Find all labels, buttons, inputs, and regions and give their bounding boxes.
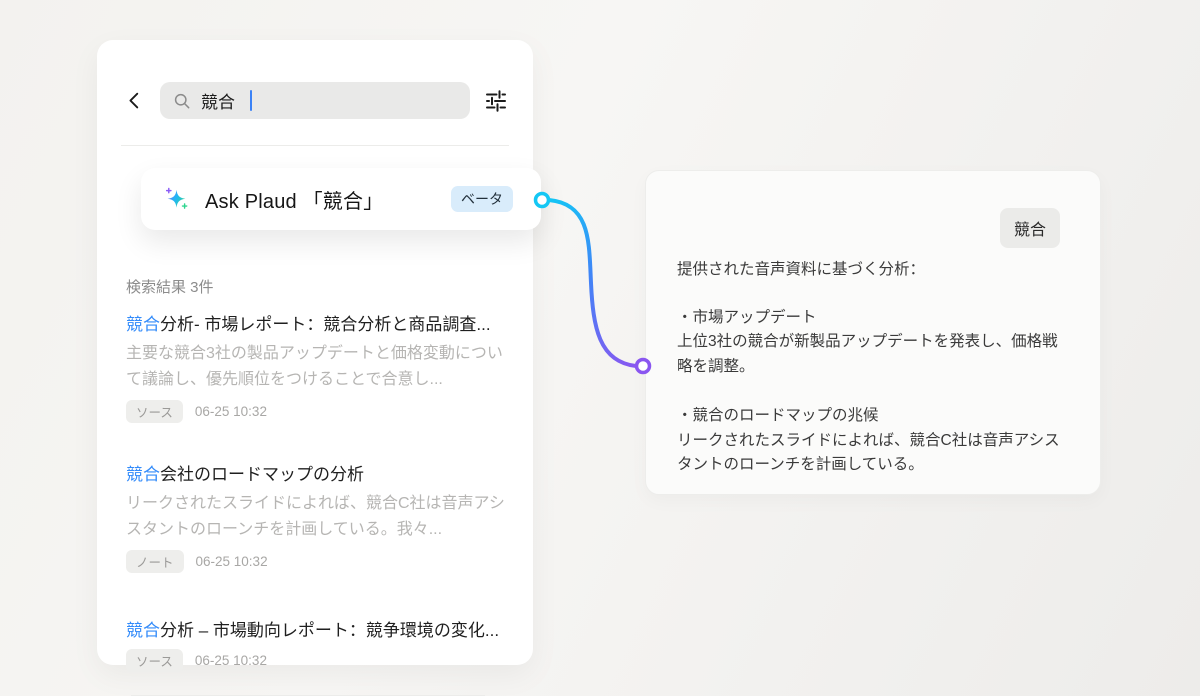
result-timestamp: 06-25 10:32 xyxy=(195,404,267,419)
beta-badge: ベータ xyxy=(451,186,513,212)
highlighted-term: 競合 xyxy=(126,465,160,484)
ask-plaud-label: Ask Plaud 「競合」 xyxy=(205,185,383,214)
analysis-intro: 提供された音声資料に基づく分析： xyxy=(677,258,1060,283)
bullet-title: ・市場アップデート xyxy=(677,309,817,326)
source-type-badge: ソース xyxy=(126,400,183,423)
sliders-icon xyxy=(484,89,508,113)
bullet-title: ・競合のロードマップの兆候 xyxy=(677,407,879,424)
search-input[interactable]: 競合 xyxy=(160,82,470,119)
result-timestamp: 06-25 10:32 xyxy=(196,554,268,569)
result-meta: ソース 06-25 10:32 xyxy=(126,649,509,672)
result-title-text: 会社のロードマップの分析 xyxy=(160,465,364,484)
analysis-bullet-1: ・市場アップデート上位3社の競合が新製品アップデートを発表し、価格戦略を調整。 xyxy=(677,306,1060,380)
result-timestamp: 06-25 10:32 xyxy=(195,653,267,668)
result-snippet: リークされたスライドによれば、競合C社は音声アシスタントのローンチを計画している… xyxy=(126,491,509,543)
filter-button[interactable] xyxy=(483,88,509,114)
result-meta: ソース 06-25 10:32 xyxy=(126,400,509,423)
text-caret xyxy=(250,90,252,111)
source-type-badge: ノート xyxy=(126,550,184,573)
chevron-left-icon xyxy=(124,90,146,112)
result-item-3[interactable]: 競合分析 – 市場動向レポート：競争環境の変化... ソース 06-25 10:… xyxy=(126,617,509,672)
result-title: 競合会社のロードマップの分析 xyxy=(126,461,509,488)
highlighted-term: 競合 xyxy=(126,315,160,334)
result-title: 競合分析 – 市場動向レポート：競争環境の変化... xyxy=(126,617,509,644)
search-topbar: 競合 xyxy=(97,40,533,119)
ask-plaud-card[interactable]: Ask Plaud 「競合」 ベータ xyxy=(141,168,541,230)
search-query-text: 競合 xyxy=(201,88,235,113)
analysis-text: 提供された音声資料に基づく分析： ・市場アップデート上位3社の競合が新製品アップ… xyxy=(677,258,1060,478)
magnifier-icon xyxy=(172,91,192,111)
highlighted-term: 競合 xyxy=(126,621,160,640)
sparkle-icon xyxy=(163,186,190,213)
results-count: 検索結果 3件 xyxy=(126,276,509,297)
result-title-text: 分析- 市場レポート：競合分析と商品調査... xyxy=(160,315,491,334)
analysis-panel: 競合 提供された音声資料に基づく分析： ・市場アップデート上位3社の競合が新製品… xyxy=(645,170,1101,495)
result-title-text: 分析 – 市場動向レポート：競争環境の変化... xyxy=(160,621,499,640)
search-panel: 競合 検索結果 3件 競合分析- 市場レポート：競合分析と商品調査... 主要な… xyxy=(97,40,533,665)
search-results: 検索結果 3件 競合分析- 市場レポート：競合分析と商品調査... 主要な競合3… xyxy=(97,276,533,696)
query-chip[interactable]: 競合 xyxy=(1000,208,1060,248)
bullet-body: 上位3社の競合が新製品アップデートを発表し、価格戦略を調整。 xyxy=(677,333,1058,375)
analysis-bullet-2: ・競合のロードマップの兆候リークされたスライドによれば、競合C社は音声アシスタン… xyxy=(677,404,1060,478)
result-item-2[interactable]: 競合会社のロードマップの分析 リークされたスライドによれば、競合C社は音声アシス… xyxy=(126,461,509,573)
chip-row: 競合 xyxy=(677,208,1060,248)
result-item-1[interactable]: 競合分析- 市場レポート：競合分析と商品調査... 主要な競合3社の製品アップデ… xyxy=(126,311,509,423)
result-snippet: 主要な競合3社の製品アップデートと価格変動について議論し、優先順位をつけることで… xyxy=(126,341,509,393)
result-meta: ノート 06-25 10:32 xyxy=(126,550,509,573)
divider xyxy=(121,145,509,146)
source-type-badge: ソース xyxy=(126,649,183,672)
bullet-body: リークされたスライドによれば、競合C社は音声アシスタントのローンチを計画している… xyxy=(677,432,1060,474)
back-button[interactable] xyxy=(123,89,147,113)
result-title: 競合分析- 市場レポート：競合分析と商品調査... xyxy=(126,311,509,338)
